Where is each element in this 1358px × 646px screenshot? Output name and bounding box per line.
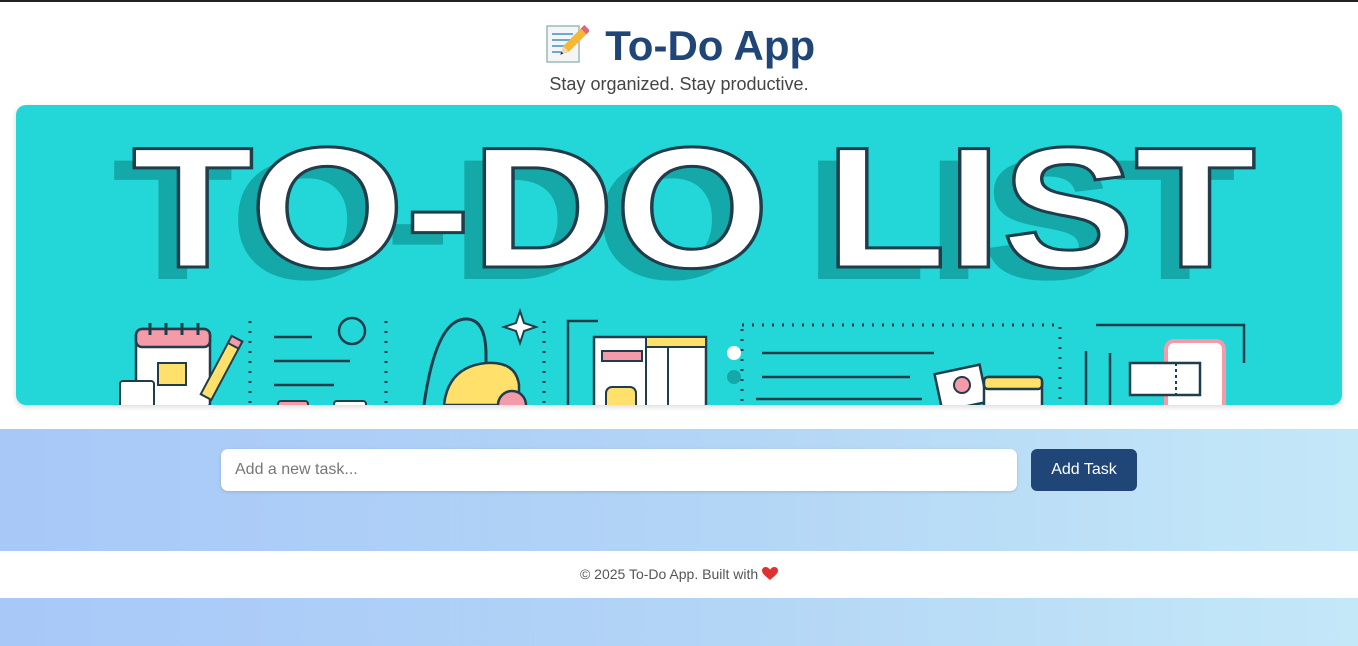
footer-text: © 2025 To-Do App. Built with	[579, 566, 759, 582]
heart-icon	[762, 566, 779, 583]
page-title: To-Do App	[605, 21, 816, 69]
new-task-input[interactable]	[221, 449, 1017, 491]
memo-icon	[543, 20, 590, 71]
todo-list-banner-image: TO-DO LIST TO-DO LIST	[16, 105, 1342, 405]
svg-text:TO-DO LIST: TO-DO LIST	[132, 112, 1256, 304]
header: To-Do App Stay organized. Stay productiv…	[0, 2, 1358, 429]
page-subtitle: Stay organized. Stay productive.	[549, 74, 809, 94]
footer: © 2025 To-Do App. Built with	[0, 551, 1358, 598]
add-task-button[interactable]: Add Task	[1031, 449, 1137, 491]
title-row: To-Do App	[0, 20, 1358, 71]
